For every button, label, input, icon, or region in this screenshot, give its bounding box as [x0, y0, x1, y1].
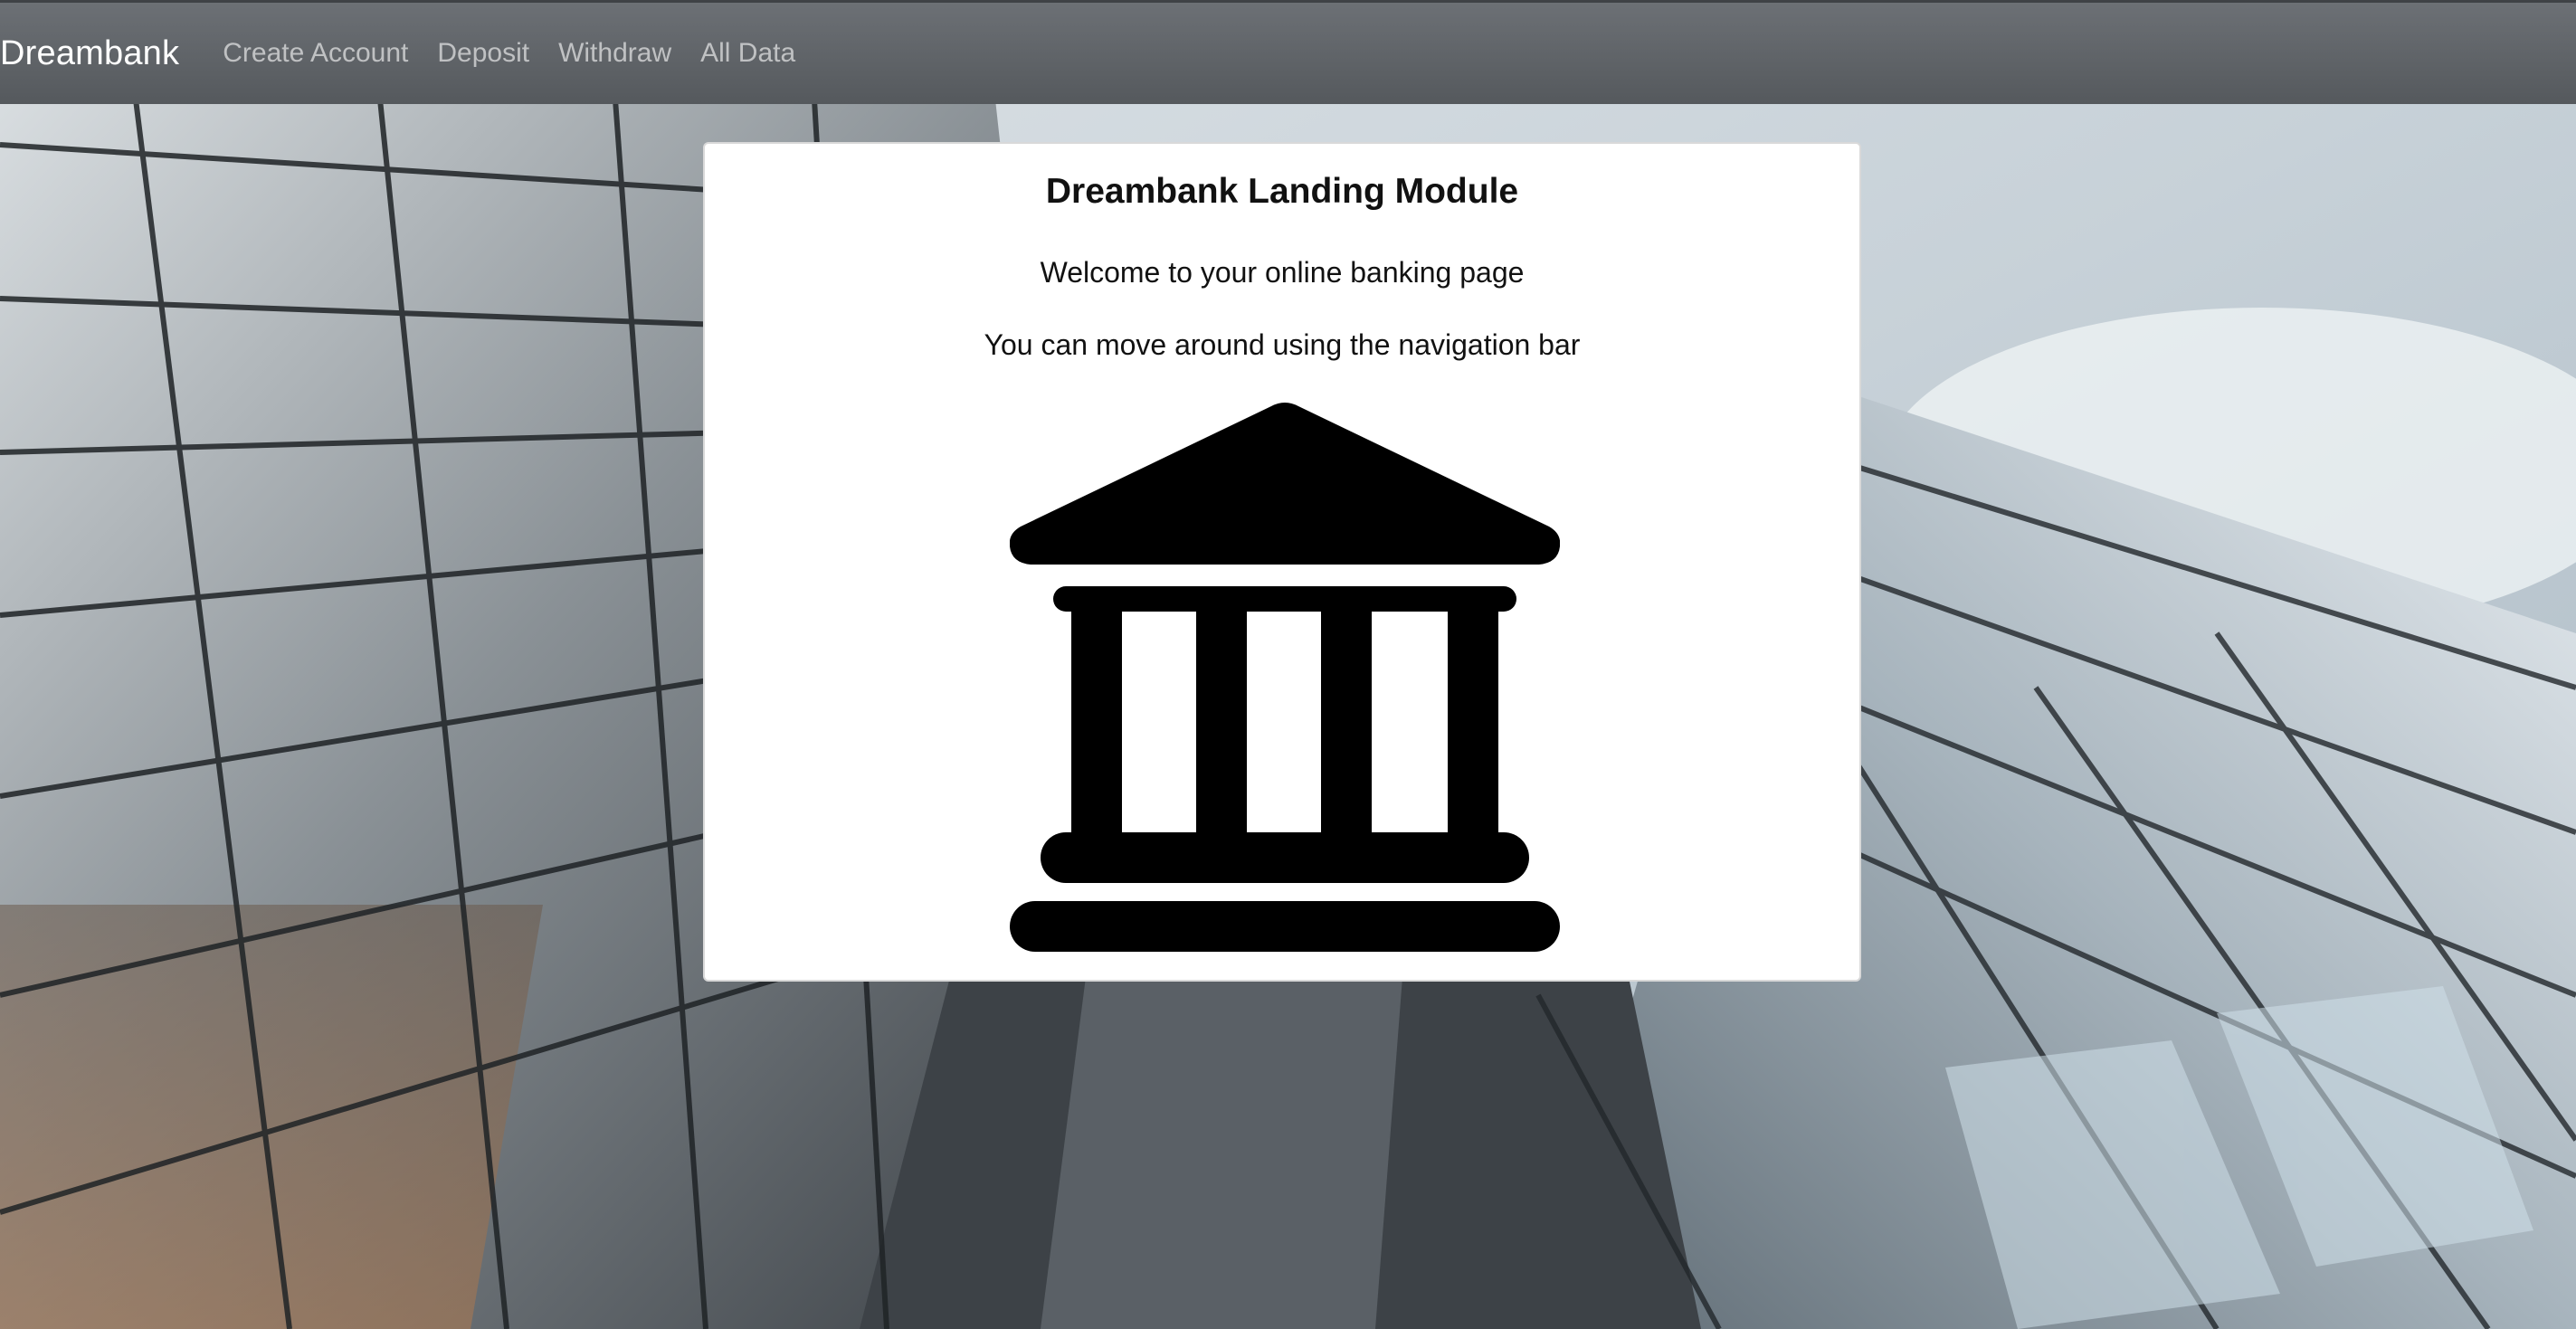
- nav-link-deposit[interactable]: Deposit: [437, 38, 529, 69]
- welcome-text: Welcome to your online banking page: [1040, 255, 1525, 289]
- card-title: Dreambank Landing Module: [1045, 172, 1519, 211]
- nav-link-withdraw[interactable]: Withdraw: [558, 38, 671, 69]
- navigation-hint-text: You can move around using the navigation…: [984, 328, 1581, 362]
- bank-building-icon: [1009, 402, 1561, 952]
- top-navbar: Dreambank Create Account Deposit Withdra…: [0, 0, 2576, 104]
- nav-links: Create Account Deposit Withdraw All Data: [223, 38, 824, 69]
- nav-link-all-data[interactable]: All Data: [700, 38, 795, 69]
- brand-link[interactable]: Dreambank: [0, 34, 179, 73]
- nav-link-create-account[interactable]: Create Account: [223, 38, 408, 69]
- landing-card: Dreambank Landing Module Welcome to your…: [703, 142, 1861, 982]
